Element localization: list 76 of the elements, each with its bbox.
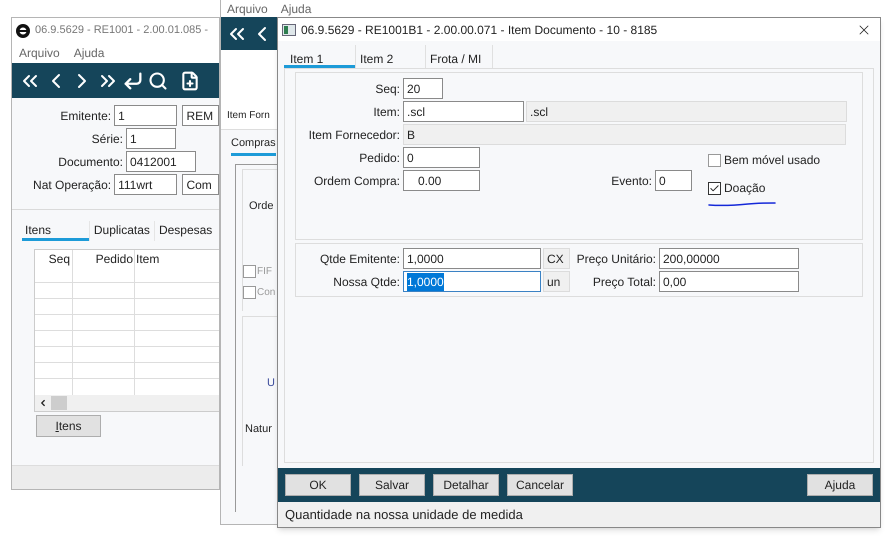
text-field[interactable]: 0 [403,147,480,168]
text-field[interactable]: 0.00 [403,170,480,191]
window-icon [282,24,296,36]
text-field[interactable]: .scl [403,101,524,122]
menu-item[interactable]: Arquivo [227,0,268,18]
checkbox[interactable] [708,182,721,194]
scroll-left-icon[interactable] [38,398,48,408]
field-label: Série: [90,130,123,148]
search-icon[interactable] [148,70,168,90]
unit-field[interactable]: CX [543,248,570,269]
dialog-button[interactable]: Salvar [359,474,425,496]
text-field[interactable]: 1,0000 [403,248,541,269]
checkbox[interactable] [708,154,721,166]
text-field[interactable]: 1,0000 [403,271,541,292]
dialog-button[interactable]: OK [285,474,351,496]
text-field[interactable]: 1 [126,128,176,149]
field-label: Natur [245,422,273,437]
checkbox-label: Con [257,286,276,300]
menu-item[interactable]: Ajuda [280,0,312,18]
window-title: 06.9.5629 - RE1001 - 2.00.01.085 - [35,23,208,38]
menu-item[interactable]: Ajuda [74,44,104,62]
checkbox[interactable] [243,265,256,278]
dialog-button[interactable]: Cancelar [507,474,573,496]
text-field[interactable]: REM [182,105,219,126]
column-header: Pedido [73,250,135,282]
field-label: Preço Unitário: [576,250,656,268]
field-label: Emitente: [59,108,112,124]
tab[interactable]: Duplicatas [88,221,154,241]
checkbox[interactable] [243,286,256,299]
menu-item[interactable]: Arquivo [19,44,60,62]
tab[interactable]: Frota / MI [425,45,492,68]
horizontal-scrollbar[interactable] [35,395,219,411]
field-label: Item Fornecedor: [308,126,400,144]
text-field[interactable]: Com [182,174,219,195]
field-label: Item Forn [227,109,270,123]
field-label: Nat Operação: [32,176,112,194]
tab[interactable]: Item 1 [284,45,355,68]
text-field[interactable]: 0412001 [126,151,196,172]
column-header: Item [135,251,160,268]
text-field[interactable]: 200,00000 [659,248,799,269]
text-field[interactable]: 20 [403,78,443,99]
field-label: Item: [372,104,400,120]
field-label: Pedido: [358,150,400,166]
field-label: Documento: [57,154,123,170]
field-label: Qtde Emitente: [318,250,400,268]
new-document-icon[interactable] [180,70,200,90]
text-field[interactable]: 111wrt [114,174,178,195]
column-header: Seq [35,250,73,282]
checkbox-label: FIF [257,265,272,279]
items-button[interactable]: Itens [36,415,101,437]
tab[interactable]: Item 2 [355,45,425,68]
field-label: U [267,376,275,390]
text-field[interactable]: 0 [655,170,692,191]
field-label: Nossa Qtde: [332,274,400,290]
field-label: Evento: [610,172,652,190]
checkbox-label: Bem móvel usado [724,152,820,169]
dialog-button[interactable]: Detalhar [433,474,499,496]
field-label: Orde [249,198,274,214]
field-label: Preço Total: [592,274,656,290]
help-button[interactable]: Ajuda [807,474,873,496]
tab[interactable]: Itens [22,221,89,241]
text-field[interactable]: 1 [114,105,178,126]
logo-icon [15,22,31,38]
window-title: 06.9.5629 - RE1001B1 - 2.00.00.071 - Item Documento - 10 - 8185 [301,22,658,38]
status-text: Quantidade na nossa unidade de medida [285,506,523,524]
return-icon[interactable] [122,70,144,92]
unit-field[interactable]: un [543,271,570,292]
field-label: Ordem Compra: [312,172,400,190]
underline-mark [708,201,776,207]
description-field[interactable]: .scl [526,101,847,122]
text-field[interactable]: B [403,124,846,145]
tab[interactable]: Despesas [154,221,219,241]
scrollbar-thumb[interactable] [51,396,67,410]
checkbox-label: Doação [724,180,766,197]
field-label: Seq: [374,80,400,98]
text-field[interactable]: 0,00 [659,271,799,292]
